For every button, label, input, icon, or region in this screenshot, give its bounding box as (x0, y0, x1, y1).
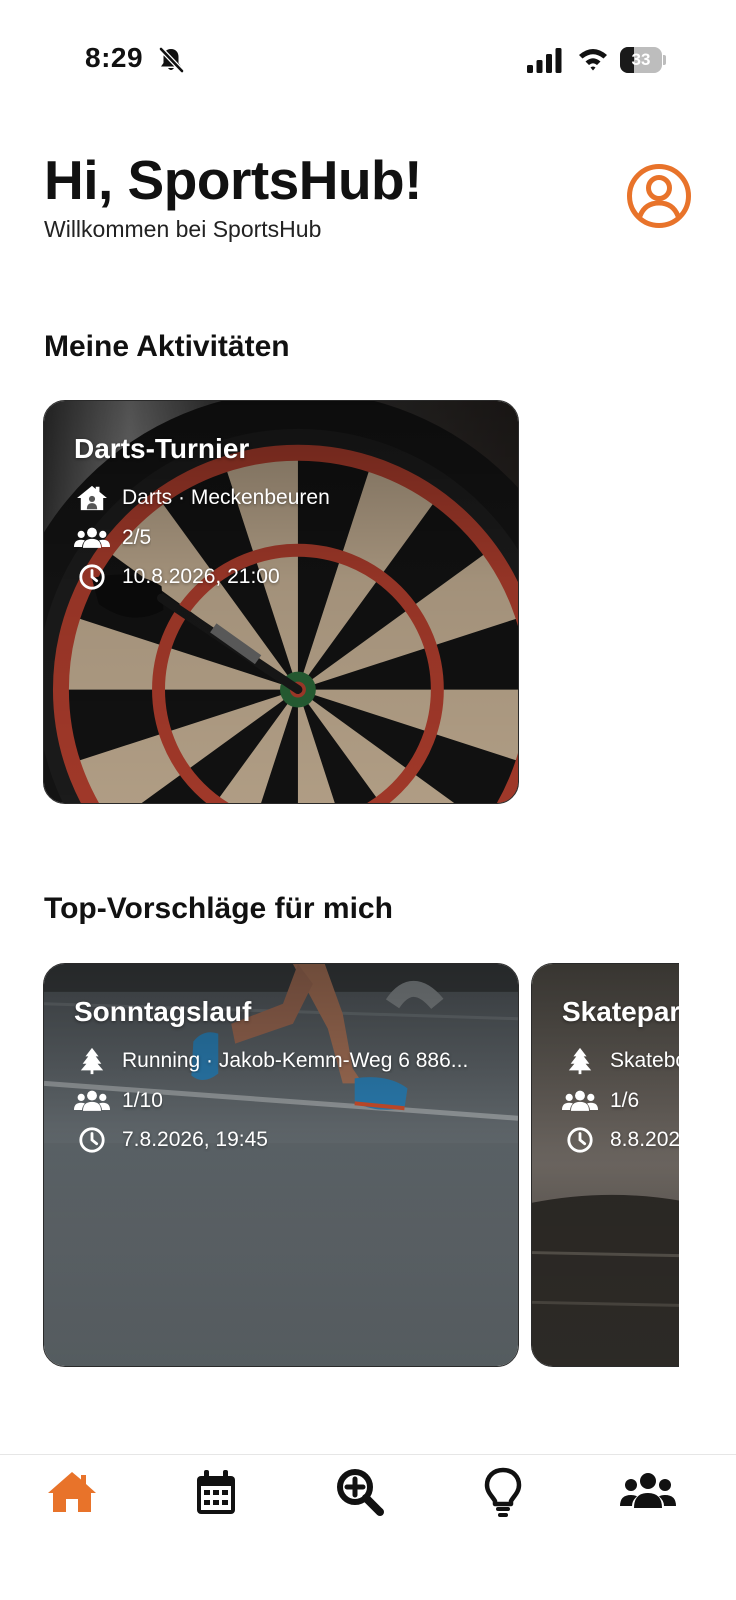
suggestions-carousel-clip: Skatepar Skatebo 1/6 8.8.202 (531, 963, 679, 1369)
clock-icon (562, 1126, 598, 1154)
users-icon (74, 1087, 110, 1115)
card-datetime-text: 8.8.202 (610, 1128, 679, 1151)
tree-icon (562, 1047, 598, 1075)
wifi-icon (579, 49, 607, 71)
card-location-text: Skatebo (610, 1049, 679, 1072)
card-participants: 1/6 (562, 1086, 679, 1116)
activity-card-darts[interactable]: Darts-Turnier Darts · Meckenbeuren 2/5 1… (43, 400, 519, 804)
home-screen: 8:29 33 Hi, SportsHub! Willkommen bei Sp… (0, 0, 736, 1600)
card-datetime-text: 7.8.2026, 19:45 (122, 1128, 268, 1151)
house-icon (74, 484, 110, 512)
card-participants-text: 2/5 (122, 526, 152, 549)
calendar-icon[interactable] (188, 1464, 244, 1520)
page-title: Hi, SportsHub! (44, 149, 422, 211)
search-plus-icon[interactable] (332, 1464, 388, 1520)
card-title: Skatepar (562, 996, 679, 1027)
card-participants: 2/5 (74, 523, 514, 553)
card-location: Darts · Meckenbeuren (74, 483, 514, 513)
card-title: Darts-Turnier (74, 433, 250, 464)
lightbulb-icon[interactable] (475, 1464, 531, 1520)
card-datetime: 8.8.202 (562, 1125, 679, 1155)
battery-level: 33 (631, 50, 651, 69)
users-icon (562, 1087, 598, 1115)
status-time: 8:29 (85, 42, 144, 73)
my-activities-title: Meine Aktivitäten (44, 330, 290, 363)
suggestion-card-skatepark[interactable]: Skatepar Skatebo 1/6 8.8.202 (531, 963, 679, 1367)
status-bar: 8:29 33 (0, 0, 736, 120)
battery-icon: 33 (620, 47, 666, 73)
user-circle-icon[interactable] (626, 163, 692, 229)
suggestions-title: Top-Vorschläge für mich (44, 892, 393, 925)
card-location: Skatebo (562, 1046, 679, 1076)
clock-icon (74, 563, 110, 591)
welcome-subtitle: Willkommen bei SportsHub (44, 216, 322, 242)
suggestion-card-sonntagslauf[interactable]: Sonntagslauf Running · Jakob-Kemm-Weg 6 … (43, 963, 519, 1367)
users-icon[interactable] (620, 1464, 676, 1520)
card-location: Running · Jakob-Kemm-Weg 6 886... (74, 1046, 514, 1076)
card-location-text: Running · Jakob-Kemm-Weg 6 886... (122, 1049, 469, 1072)
users-icon (74, 524, 110, 552)
card-location-text: Darts · Meckenbeuren (122, 486, 330, 509)
tree-icon (74, 1047, 110, 1075)
card-datetime-text: 10.8.2026, 21:00 (122, 565, 280, 588)
card-datetime: 7.8.2026, 19:45 (74, 1125, 514, 1155)
card-participants-text: 1/10 (122, 1089, 163, 1112)
clock-icon (74, 1126, 110, 1154)
home-icon[interactable] (44, 1464, 100, 1520)
card-datetime: 10.8.2026, 21:00 (74, 562, 514, 592)
bell-slash-icon (159, 47, 184, 73)
card-title: Sonntagslauf (74, 996, 252, 1027)
card-participants-text: 1/6 (610, 1089, 640, 1112)
signal-icon (527, 48, 562, 73)
card-participants: 1/10 (74, 1086, 514, 1116)
